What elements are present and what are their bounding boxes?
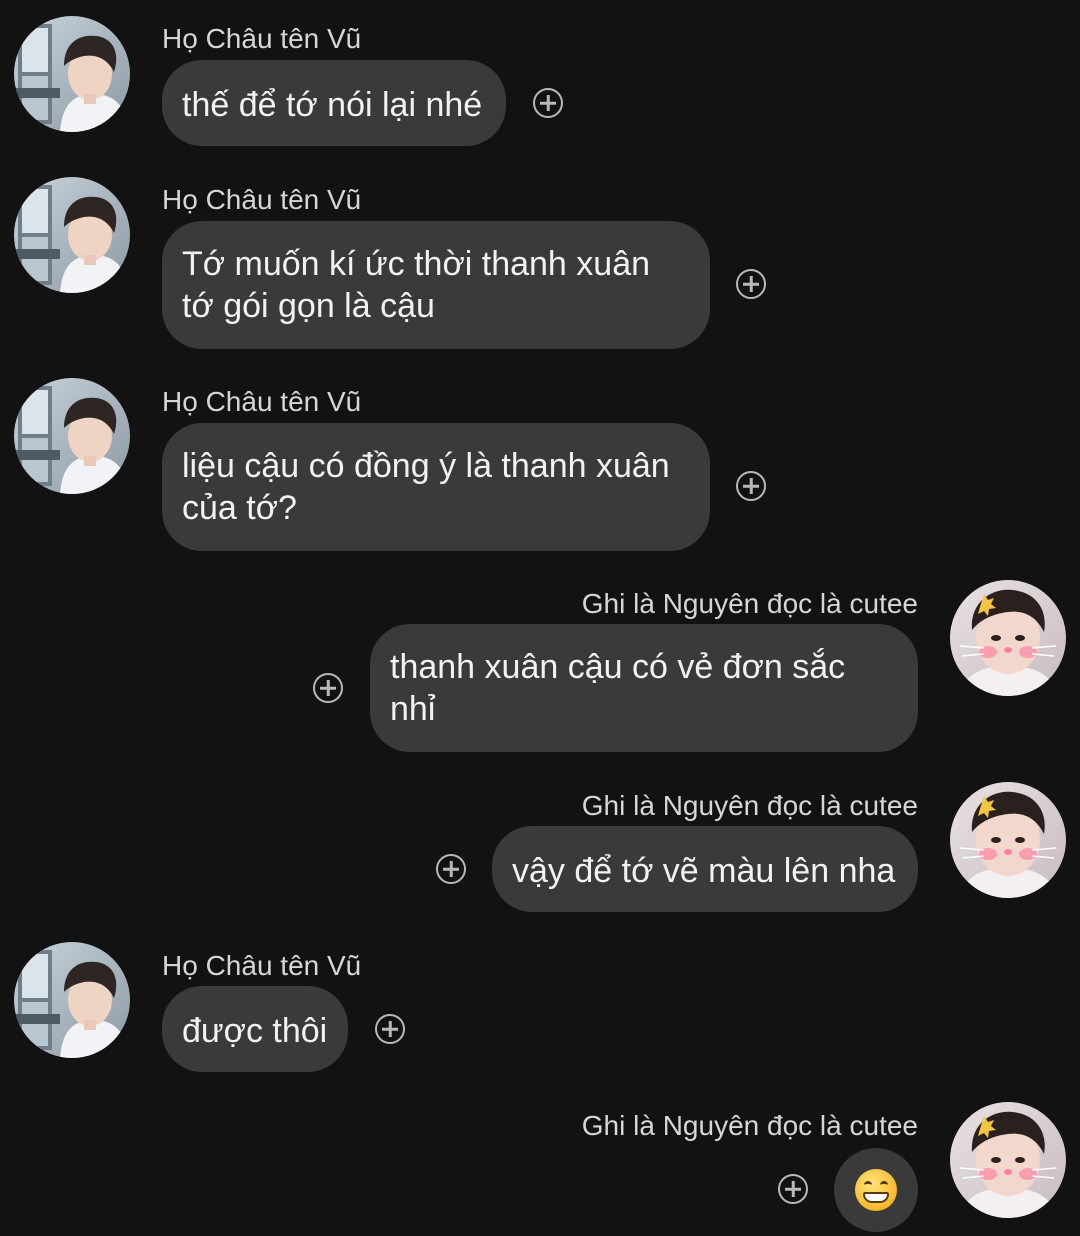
message-bubble[interactable]: Tớ muốn kí ức thời thanh xuân tớ gói gọn… bbox=[162, 221, 710, 349]
sender-name: Ghi là Nguyên đọc là cutee bbox=[581, 588, 918, 619]
message-bubble[interactable]: được thôi bbox=[162, 986, 348, 1072]
add-reaction-icon[interactable] bbox=[736, 269, 766, 299]
message-text: liệu cậu có đồng ý là thanh xuân của tớ? bbox=[182, 447, 670, 527]
sender-name: Họ Châu tên Vũ bbox=[162, 386, 362, 417]
add-reaction-icon[interactable] bbox=[533, 88, 563, 118]
sender-name: Ghi là Nguyên đọc là cutee bbox=[581, 1110, 918, 1141]
boy-cat-filter-avatar[interactable] bbox=[950, 782, 1066, 898]
message-text: được thôi bbox=[182, 1012, 328, 1050]
boy-cat-filter-avatar[interactable] bbox=[950, 1102, 1066, 1218]
grinning-face-emoji bbox=[855, 1169, 897, 1211]
sender-name: Họ Châu tên Vũ bbox=[162, 950, 362, 981]
add-reaction-icon[interactable] bbox=[736, 471, 766, 501]
boy-looking-window-avatar[interactable] bbox=[14, 942, 130, 1058]
message-bubble[interactable]: liệu cậu có đồng ý là thanh xuân của tớ? bbox=[162, 423, 710, 551]
boy-cat-filter-avatar[interactable] bbox=[950, 580, 1066, 696]
message-text: thanh xuân cậu có vẻ đơn sắc nhỉ bbox=[390, 648, 846, 728]
add-reaction-icon[interactable] bbox=[313, 673, 343, 703]
sender-name: Ghi là Nguyên đọc là cutee bbox=[581, 790, 918, 821]
add-reaction-icon[interactable] bbox=[436, 854, 466, 884]
message-text: Tớ muốn kí ức thời thanh xuân tớ gói gọn… bbox=[182, 245, 651, 325]
message-text: thế để tớ nói lại nhé bbox=[182, 86, 483, 124]
add-reaction-icon[interactable] bbox=[375, 1014, 405, 1044]
message-bubble[interactable]: thanh xuân cậu có vẻ đơn sắc nhỉ bbox=[370, 624, 918, 752]
sender-name: Họ Châu tên Vũ bbox=[162, 184, 362, 215]
message-text: vậy để tớ vẽ màu lên nha bbox=[512, 852, 896, 890]
boy-looking-window-avatar[interactable] bbox=[14, 16, 130, 132]
message-bubble[interactable] bbox=[834, 1148, 918, 1232]
boy-looking-window-avatar[interactable] bbox=[14, 177, 130, 293]
message-bubble[interactable]: vậy để tớ vẽ màu lên nha bbox=[492, 826, 918, 912]
sender-name: Họ Châu tên Vũ bbox=[162, 23, 362, 54]
add-reaction-icon[interactable] bbox=[778, 1174, 808, 1204]
boy-looking-window-avatar[interactable] bbox=[14, 378, 130, 494]
message-bubble[interactable]: thế để tớ nói lại nhé bbox=[162, 60, 506, 146]
